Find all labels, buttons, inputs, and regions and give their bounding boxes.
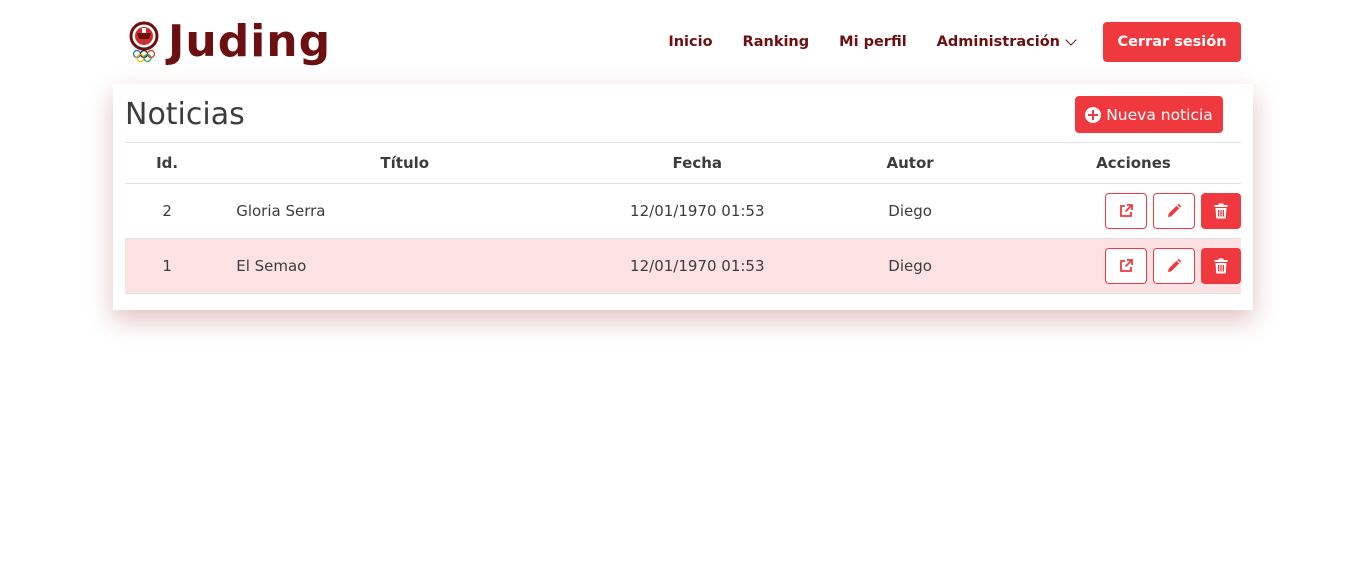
trash-icon <box>1214 258 1228 274</box>
cell-title: Gloria Serra <box>209 183 601 239</box>
chevron-down-icon <box>1065 33 1077 46</box>
edit-button[interactable] <box>1152 193 1195 229</box>
external-link-icon <box>1120 204 1133 217</box>
header-title[interactable]: Título <box>209 142 601 184</box>
table-header-row: Id. Título Fecha Autor Acciones <box>125 142 1241 184</box>
delete-button[interactable] <box>1200 248 1241 284</box>
cell-date: 12/01/1970 01:53 <box>600 238 795 294</box>
nav-link-ranking[interactable]: Ranking <box>743 34 810 50</box>
main-nav: Inicio Ranking Mi perfil Administración … <box>668 22 1241 62</box>
view-button[interactable] <box>1104 193 1147 229</box>
nav-link-inicio[interactable]: Inicio <box>668 34 712 50</box>
delete-button[interactable] <box>1200 193 1241 229</box>
cell-id: 2 <box>125 183 210 239</box>
new-news-label: Nueva noticia <box>1106 105 1213 124</box>
cell-author: Diego <box>794 238 1026 294</box>
news-table: Id. Título Fecha Autor Acciones 2 Gloria… <box>125 142 1241 294</box>
header-actions: Acciones <box>1025 142 1241 184</box>
pencil-icon <box>1167 203 1182 217</box>
brand-name: Juding <box>168 16 332 67</box>
table-row: 1 El Semao 12/01/1970 01:53 Diego <box>125 238 1241 294</box>
external-link-icon <box>1120 259 1133 272</box>
new-news-button[interactable]: Nueva noticia <box>1075 96 1223 133</box>
news-card: Noticias Nueva noticia Id. Título Fecha … <box>113 84 1253 310</box>
page-title: Noticias <box>125 97 245 132</box>
trash-icon <box>1214 203 1228 219</box>
header-date[interactable]: Fecha <box>600 142 795 184</box>
nav-dropdown-label: Administración <box>936 34 1060 50</box>
navbar: Juding Inicio Ranking Mi perfil Administ… <box>0 0 1366 84</box>
nav-link-mi-perfil[interactable]: Mi perfil <box>839 34 907 50</box>
cell-date: 12/01/1970 01:53 <box>600 183 795 239</box>
cell-title: El Semao <box>209 238 601 294</box>
cell-author: Diego <box>794 183 1026 239</box>
plus-circle-icon <box>1085 106 1102 123</box>
pencil-icon <box>1167 258 1182 272</box>
edit-button[interactable] <box>1152 248 1195 284</box>
nav-dropdown-administracion[interactable]: Administración <box>936 33 1077 50</box>
cell-id: 1 <box>125 238 210 294</box>
cell-actions <box>1025 238 1241 294</box>
logout-button[interactable]: Cerrar sesión <box>1103 22 1241 62</box>
header-author[interactable]: Autor <box>794 142 1026 184</box>
judo-emblem-icon <box>129 21 159 63</box>
table-row: 2 Gloria Serra 12/01/1970 01:53 Diego <box>125 183 1241 239</box>
brand[interactable]: Juding <box>128 16 331 68</box>
view-button[interactable] <box>1104 248 1147 284</box>
header-id[interactable]: Id. <box>125 142 210 184</box>
cell-actions <box>1025 183 1241 239</box>
